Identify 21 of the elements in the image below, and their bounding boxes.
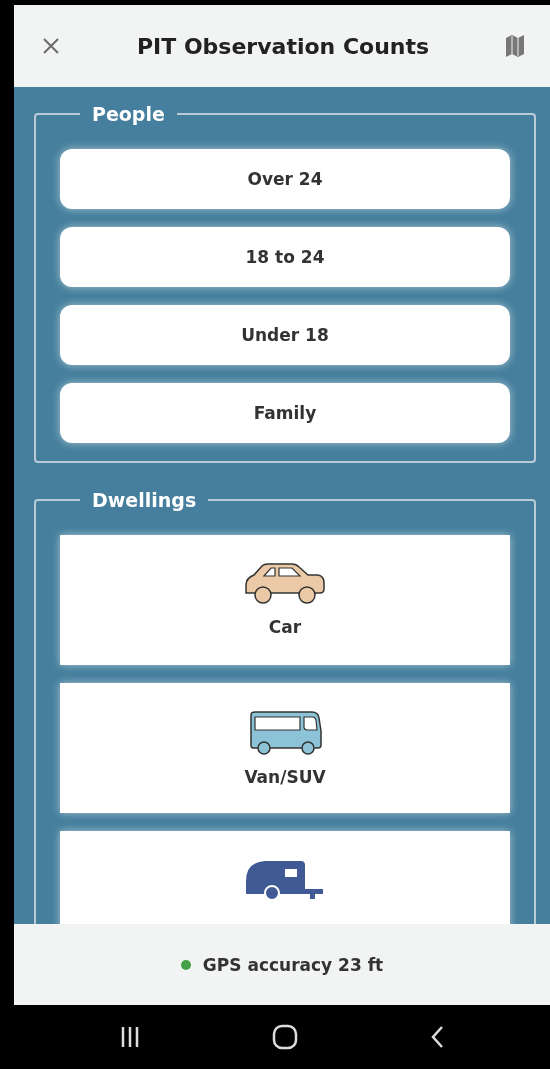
car-icon bbox=[244, 563, 326, 605]
count-button[interactable]: 18 to 24 bbox=[60, 227, 510, 287]
count-button[interactable]: Family bbox=[60, 383, 510, 443]
dwelling-label: Car bbox=[268, 617, 302, 637]
dwelling-card[interactable]: Van/SUV bbox=[60, 683, 510, 813]
section-legend: Dwellings bbox=[80, 489, 209, 511]
close-icon[interactable] bbox=[42, 37, 60, 55]
count-button[interactable]: Over 24 bbox=[60, 149, 510, 209]
van-icon bbox=[248, 711, 322, 755]
dwelling-label: Van/SUV bbox=[244, 767, 326, 787]
gps-status-text: GPS accuracy 23 ft bbox=[202, 954, 384, 975]
camper-icon bbox=[245, 859, 325, 901]
recent-apps-icon[interactable] bbox=[120, 1026, 140, 1048]
home-icon[interactable] bbox=[272, 1024, 298, 1050]
screen-title: PIT Observation Counts bbox=[136, 33, 430, 59]
back-icon[interactable] bbox=[430, 1025, 444, 1049]
count-button[interactable]: Under 18 bbox=[60, 305, 510, 365]
map-icon[interactable] bbox=[506, 35, 524, 57]
dwelling-card[interactable] bbox=[60, 831, 510, 924]
section-legend: People bbox=[80, 103, 177, 125]
dwelling-card[interactable]: Car bbox=[60, 535, 510, 665]
